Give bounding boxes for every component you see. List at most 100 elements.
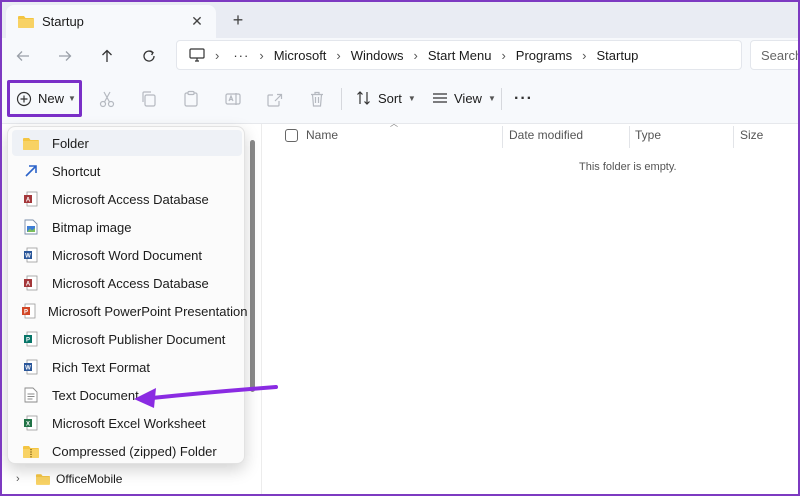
svg-text:W: W [25,254,31,260]
share-icon[interactable] [266,90,284,108]
column-header-type[interactable]: Type [635,128,661,142]
title-bar: Startup ✕ + [0,0,800,38]
path-overflow[interactable]: ··· [233,48,249,63]
menu-item-label: Microsoft Word Document [52,247,203,263]
menu-item-label: Microsoft Excel Worksheet [52,415,206,431]
chevron-right-icon: › [501,47,506,63]
nav-item-label: OfficeMobile [56,472,123,486]
arrow-up-icon [102,49,112,62]
column-header-size[interactable]: Size [740,128,763,142]
menu-item-label: Bitmap image [52,219,132,235]
shortcut-icon [25,165,37,177]
folder-icon [36,474,50,485]
more-options-button[interactable]: ··· [514,90,533,108]
chevron-right-icon: › [413,47,418,63]
plus-circle-icon [16,91,32,106]
annotation-arrow [134,385,278,408]
svg-text:P: P [26,338,30,344]
column-divider[interactable] [733,126,734,148]
menu-item-label: Folder [52,135,89,151]
access-icon: A [24,191,38,207]
column-header-name[interactable]: Name [306,128,338,142]
menu-item-bitmap-image[interactable]: Bitmap image [12,214,242,240]
bitmap-icon [24,219,38,235]
sort-icon [357,91,370,105]
powerpoint-icon: P [22,303,36,319]
chevron-right-icon: › [336,47,341,63]
chevron-right-icon: › [259,47,264,63]
svg-text:A: A [26,198,31,204]
column-divider[interactable] [502,126,503,148]
command-bar: New ▼ Sort ▼ View ▼ ··· [0,74,800,124]
column-header-date-modified[interactable]: Date modified [509,128,583,142]
view-list-icon [433,93,447,103]
menu-item-access-database-2[interactable]: A Microsoft Access Database [12,270,242,296]
sort-button[interactable]: Sort ▼ [356,90,416,106]
menu-item-label: Microsoft Publisher Document [52,331,226,347]
chevron-down-icon: ▼ [487,93,496,103]
paste-icon[interactable] [182,90,200,108]
new-tab-button[interactable]: + [228,10,248,30]
navigation-pane-scrollbar[interactable] [250,140,255,392]
new-button[interactable]: New ▼ [7,80,82,117]
breadcrumb-startup[interactable]: Startup [597,48,639,63]
menu-item-rich-text-format[interactable]: W Rich Text Format [12,354,242,380]
menu-item-word-document[interactable]: W Microsoft Word Document [12,242,242,268]
menu-item-access-database[interactable]: A Microsoft Access Database [12,186,242,212]
nav-item-officemobile[interactable]: › OfficeMobile [16,472,122,486]
chevron-down-icon: ▼ [68,94,76,103]
breadcrumb-start-menu[interactable]: Start Menu [428,48,492,63]
chevron-down-icon: ▼ [407,93,416,103]
svg-text:W: W [25,366,31,372]
empty-folder-message: This folder is empty. [579,161,677,173]
menu-item-folder[interactable]: Folder [12,130,242,156]
svg-text:X: X [26,422,30,428]
sort-label: Sort [378,90,402,106]
rename-icon[interactable] [224,90,242,108]
address-bar[interactable]: › ··· › Microsoft › Windows › Start Menu… [176,40,742,70]
copy-icon[interactable] [140,90,158,108]
chevron-right-icon[interactable]: › [16,473,30,485]
delete-icon[interactable] [308,90,326,108]
refresh-icon [143,50,155,62]
menu-item-shortcut[interactable]: Shortcut [12,158,242,184]
menu-item-compressed-folder[interactable]: Compressed (zipped) Folder [12,438,242,464]
up-button[interactable] [96,46,118,66]
menu-item-label: Shortcut [52,163,101,179]
svg-text:A: A [26,282,31,288]
file-list-area[interactable] [261,124,800,496]
word-icon: W [24,247,38,263]
menu-item-label: Microsoft Access Database [52,191,209,207]
refresh-button[interactable] [138,46,160,66]
search-input[interactable]: Search [750,40,800,70]
navigation-bar: › ··· › Microsoft › Windows › Start Menu… [0,38,800,74]
new-button-label: New [38,91,65,106]
menu-item-label: Compressed (zipped) Folder [52,443,217,459]
close-icon[interactable]: ✕ [188,13,206,30]
toolbar-divider [341,88,342,110]
menu-item-powerpoint-presentation[interactable]: P Microsoft PowerPoint Presentation [12,298,247,324]
publisher-icon: P [24,331,38,347]
computer-icon [189,47,205,62]
select-all-checkbox[interactable] [285,129,298,142]
tab-startup[interactable]: Startup ✕ [6,5,216,38]
cut-icon[interactable] [98,90,116,108]
forward-button[interactable] [54,46,76,66]
breadcrumb-microsoft[interactable]: Microsoft [274,48,327,63]
excel-icon: X [24,415,38,431]
arrow-left-icon [16,51,29,61]
rtf-icon: W [24,359,38,375]
breadcrumb-programs[interactable]: Programs [516,48,572,63]
back-button[interactable] [12,46,34,66]
breadcrumb-windows[interactable]: Windows [351,48,404,63]
access-icon: A [24,275,38,291]
column-divider[interactable] [629,126,630,148]
chevron-right-icon: › [215,47,220,63]
menu-item-label: Microsoft Access Database [52,275,209,291]
view-button[interactable]: View ▼ [432,90,496,106]
view-label: View [454,90,482,106]
sort-indicator-icon: ︿ [390,119,398,128]
folder-icon [23,137,39,150]
menu-item-publisher-document[interactable]: P Microsoft Publisher Document [12,326,242,352]
arrow-right-icon [59,51,72,61]
